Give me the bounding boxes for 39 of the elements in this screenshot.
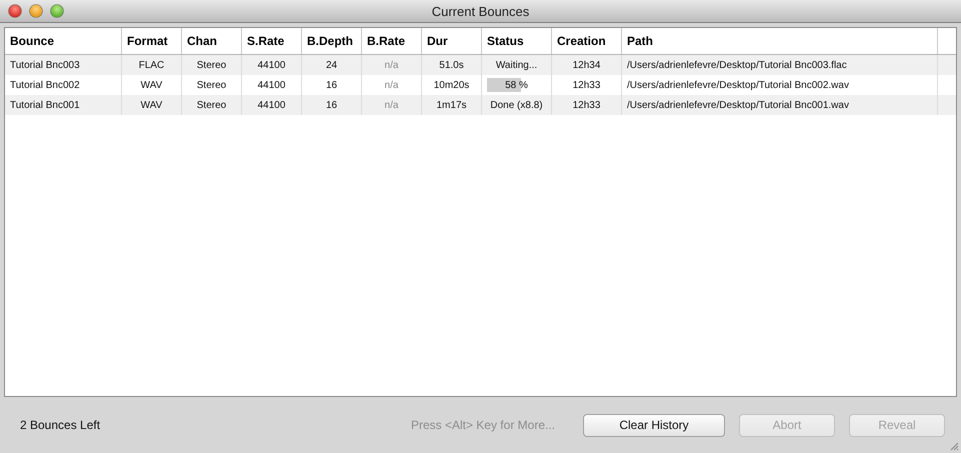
column-header[interactable]: Status — [482, 28, 552, 54]
column-header[interactable]: Format — [122, 28, 182, 54]
table-cell: 12h34 — [552, 55, 622, 75]
column-header[interactable]: Creation — [552, 28, 622, 54]
table-cell: 24 — [302, 55, 362, 75]
resize-grip-icon[interactable] — [949, 441, 959, 451]
table-cell: 51.0s — [422, 55, 482, 75]
column-header[interactable]: Dur — [422, 28, 482, 54]
column-header[interactable]: B.Depth — [302, 28, 362, 54]
table-cell: Tutorial Bnc003 — [5, 55, 122, 75]
table-cell: n/a — [362, 95, 422, 115]
table-cell: 44100 — [242, 55, 302, 75]
table-cell: Done (x8.8) — [482, 95, 552, 115]
table-cell: 1m17s — [422, 95, 482, 115]
bounces-left-label: 2 Bounces Left — [20, 418, 102, 432]
table-cell: 44100 — [242, 95, 302, 115]
progress-text: 58 % — [505, 80, 528, 90]
column-header[interactable]: Bounce — [5, 28, 122, 54]
table-cell: Stereo — [182, 55, 242, 75]
column-header[interactable]: Path — [622, 28, 938, 54]
table-cell: /Users/adrienlefevre/Desktop/Tutorial Bnc001.wav — [622, 95, 938, 115]
action-button[interactable]: Clear History — [583, 414, 725, 436]
table-cell: Stereo — [182, 95, 242, 115]
table-cell: WAV — [122, 95, 182, 115]
table-cell: FLAC — [122, 55, 182, 75]
table-cell: Waiting... — [482, 55, 552, 75]
zoom-icon[interactable] — [50, 4, 64, 18]
window-title: Current Bounces — [432, 4, 530, 18]
column-header[interactable]: S.Rate — [242, 28, 302, 54]
close-icon[interactable] — [8, 4, 22, 18]
minimize-icon[interactable] — [29, 4, 43, 18]
table-cell: /Users/adrienlefevre/Desktop/Tutorial Bnc003.flac — [622, 55, 938, 75]
column-header[interactable]: Chan — [182, 28, 242, 54]
alt-key-hint: Press <Alt> Key for More... — [410, 418, 555, 432]
table-cell: n/a — [362, 55, 422, 75]
table-cell: Tutorial Bnc001 — [5, 95, 122, 115]
table-cell: 16 — [302, 95, 362, 115]
table-cell: 12h33 — [552, 95, 622, 115]
column-header[interactable]: B.Rate — [362, 28, 422, 54]
